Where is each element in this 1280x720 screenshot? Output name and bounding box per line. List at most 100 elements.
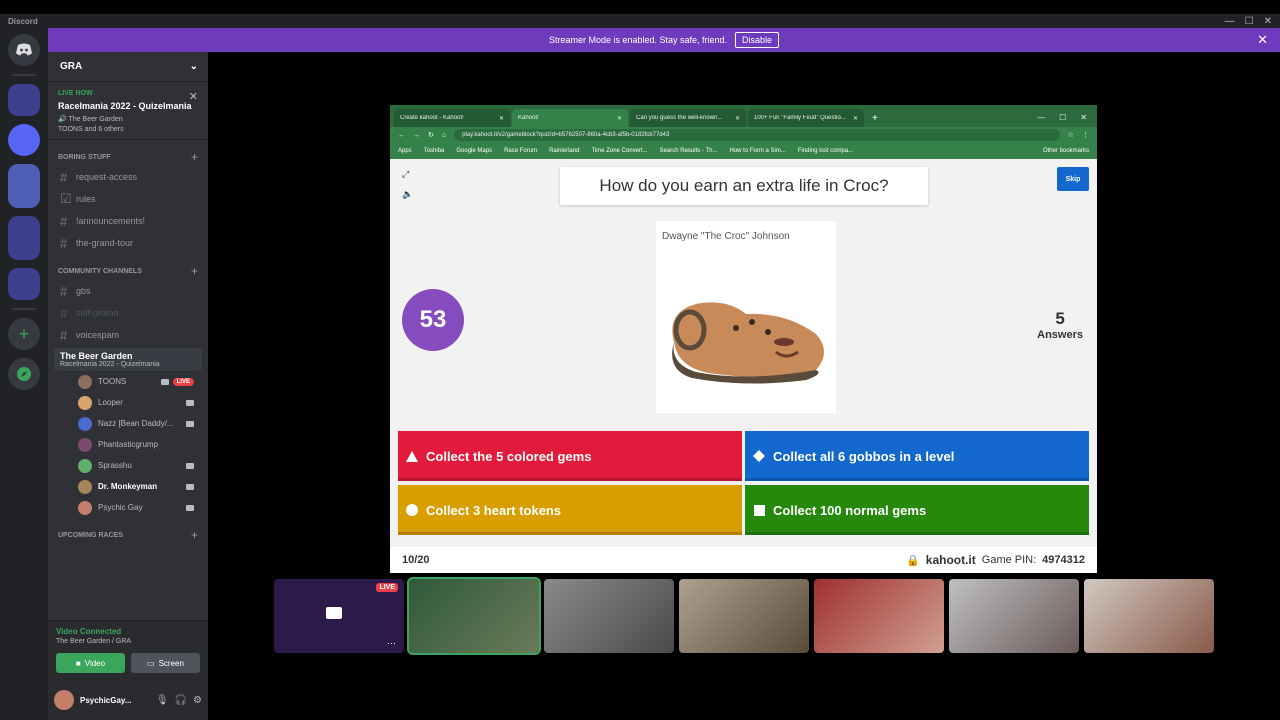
browser-tab[interactable]: 100+ Fun "Family Feud" Questio... ✕ — [748, 109, 864, 127]
video-button[interactable]: ■ Video — [56, 653, 125, 673]
avatar[interactable] — [54, 690, 74, 710]
extensions-icon[interactable]: ⋮ — [1082, 131, 1089, 139]
live-location: 🔊 The Beer Garden — [58, 116, 123, 123]
star-icon[interactable]: ☆ — [1068, 131, 1074, 139]
participant-video-tile[interactable] — [1084, 579, 1214, 653]
avatar — [78, 500, 92, 515]
live-watchers: TOONS and 6 others — [58, 126, 124, 133]
back-icon[interactable]: ← — [398, 132, 405, 139]
add-channel-icon[interactable]: + — [191, 264, 198, 278]
screen-icon: ▭ — [147, 658, 155, 668]
server-folder-icon[interactable] — [8, 84, 40, 116]
gear-icon[interactable]: ⚙ — [193, 695, 202, 706]
answer-square[interactable]: Collect 100 normal gems — [745, 485, 1089, 535]
camera-icon — [186, 462, 194, 469]
headphones-icon[interactable]: 🎧 — [175, 695, 187, 706]
voice-user[interactable]: Sprasshu — [48, 455, 208, 476]
bookmark-item[interactable]: Toshiba — [424, 148, 445, 154]
category-boring-stuff[interactable]: BORING STUFF + — [48, 148, 208, 166]
forward-icon[interactable]: → — [413, 132, 420, 139]
avatar — [78, 374, 92, 389]
question-progress: 10/20 — [402, 554, 430, 566]
channel-gbs[interactable]: # gbs — [48, 280, 208, 302]
category-upcoming-races[interactable]: UPCOMING RACES + — [48, 526, 208, 544]
bookmark-item[interactable]: Search Results - Th... — [660, 148, 718, 154]
bookmark-item[interactable]: Rainierland — [549, 148, 579, 154]
add-server-icon[interactable]: + — [8, 318, 40, 350]
browser-tab[interactable]: Create kahoot - Kahoot! ✕ — [394, 109, 510, 127]
voice-user[interactable]: Looper — [48, 392, 208, 413]
browser-tab[interactable]: Can you guess the well-known... ✕ — [630, 109, 746, 127]
channel-the-grand-tour[interactable]: # the-grand-tour — [48, 232, 208, 254]
close-icon: ✕ — [734, 115, 740, 122]
bookmark-item[interactable]: Google Maps — [456, 148, 492, 154]
channel-voicespam[interactable]: # voicespam — [48, 324, 208, 346]
reload-icon[interactable]: ↻ — [428, 131, 434, 139]
participant-video-tile[interactable] — [407, 577, 541, 655]
discord-home-icon[interactable] — [8, 34, 40, 66]
voice-user[interactable]: Nazz [Bean Daddy/... — [48, 413, 208, 434]
live-now-card[interactable]: LIVE NOW Racelmania 2022 - Quizelmania 🔊… — [48, 82, 208, 140]
browser-tab-active[interactable]: Kahoot! ✕ — [512, 109, 628, 127]
channel-sidebar: GRA ⌄ LIVE NOW Racelmania 2022 - Quizelm… — [48, 52, 208, 720]
channel-request-access[interactable]: # request-access — [48, 166, 208, 188]
bookmark-item[interactable]: Race Forum — [504, 148, 537, 154]
voice-user[interactable]: Dr. Monkeyman — [48, 476, 208, 497]
game-pin-label: Game PIN: — [981, 554, 1037, 566]
server-folder-icon[interactable] — [8, 268, 40, 300]
home-icon[interactable]: ⌂ — [442, 132, 446, 139]
more-options-icon[interactable]: ⋯ — [387, 638, 396, 649]
voice-user[interactable]: TOONS LIVE — [48, 371, 208, 392]
voice-user[interactable]: Phantasticgrump — [48, 434, 208, 455]
live-now-label: LIVE NOW — [58, 90, 93, 97]
bookmark-item[interactable]: Finding lost compa... — [798, 148, 853, 154]
screen-share-tile[interactable]: LIVE ⋯ — [274, 579, 404, 653]
maximize-icon: ☐ — [1059, 113, 1067, 122]
participant-video-tile[interactable] — [544, 579, 674, 653]
url-bar[interactable]: play.kahoot.it/v2/gameblock?quizId=b5762… — [454, 129, 1060, 141]
close-window-icon: ✕ — [1080, 113, 1087, 122]
bookmark-item[interactable]: How to Form a Sim... — [730, 148, 786, 154]
triangle-icon — [406, 450, 418, 462]
microphone-icon[interactable]: 🎙 — [156, 695, 169, 706]
sound-icon[interactable]: 🔈 — [402, 189, 413, 200]
close-window-icon[interactable]: ✕ — [1264, 16, 1272, 27]
streamer-mode-banner: Streamer Mode is enabled. Stay safe, fri… — [48, 28, 1280, 52]
voice-channel-beer-garden[interactable]: The Beer Garden Racelmania 2022 - Quizel… — [54, 348, 202, 371]
bookmark-item[interactable]: Apps — [398, 148, 412, 154]
other-bookmarks[interactable]: Other bookmarks — [1043, 148, 1089, 154]
voice-user[interactable]: Psychic Gay — [48, 497, 208, 518]
server-folder-icon[interactable] — [8, 216, 40, 260]
site-name: kahoot.it — [925, 553, 976, 567]
close-icon[interactable]: ✕ — [1257, 32, 1268, 48]
participant-video-tile[interactable] — [949, 579, 1079, 653]
fullscreen-icon[interactable]: ⤢ — [402, 169, 409, 180]
answer-circle[interactable]: Collect 3 heart tokens — [398, 485, 742, 535]
guild-header[interactable]: GRA ⌄ — [48, 52, 208, 82]
rail-separator — [12, 74, 36, 76]
channel-self-promo[interactable]: # self-promo — [48, 302, 208, 324]
add-channel-icon[interactable]: + — [191, 528, 198, 542]
disable-streamer-mode-button[interactable]: Disable — [735, 32, 780, 48]
screen-share-button[interactable]: ▭ Screen — [131, 653, 200, 673]
participant-video-tile[interactable] — [679, 579, 809, 653]
server-rail: + — [0, 28, 48, 720]
hash-icon: # — [60, 327, 68, 343]
channel-announcements[interactable]: # !announcements! — [48, 210, 208, 232]
bookmark-item[interactable]: Time Zone Convert... — [591, 148, 647, 154]
server-folder-active-icon[interactable] — [8, 164, 40, 208]
category-community-channels[interactable]: COMMUNITY CHANNELS + — [48, 262, 208, 280]
new-tab-icon[interactable]: + — [866, 113, 884, 127]
participant-video-tile[interactable] — [814, 579, 944, 653]
server-icon[interactable] — [8, 124, 40, 156]
skip-button[interactable]: Skip — [1057, 167, 1089, 191]
close-icon[interactable]: ✕ — [189, 90, 198, 103]
answer-diamond[interactable]: Collect all 6 gobbos in a level — [745, 431, 1089, 481]
explore-servers-icon[interactable] — [8, 358, 40, 390]
maximize-icon[interactable]: ☐ — [1245, 16, 1254, 27]
minimize-icon[interactable]: — — [1225, 16, 1235, 27]
answer-triangle[interactable]: Collect the 5 colored gems — [398, 431, 742, 481]
channel-rules[interactable]: ☑ rules — [48, 188, 208, 210]
hash-icon: # — [60, 169, 68, 185]
add-channel-icon[interactable]: + — [191, 150, 198, 164]
